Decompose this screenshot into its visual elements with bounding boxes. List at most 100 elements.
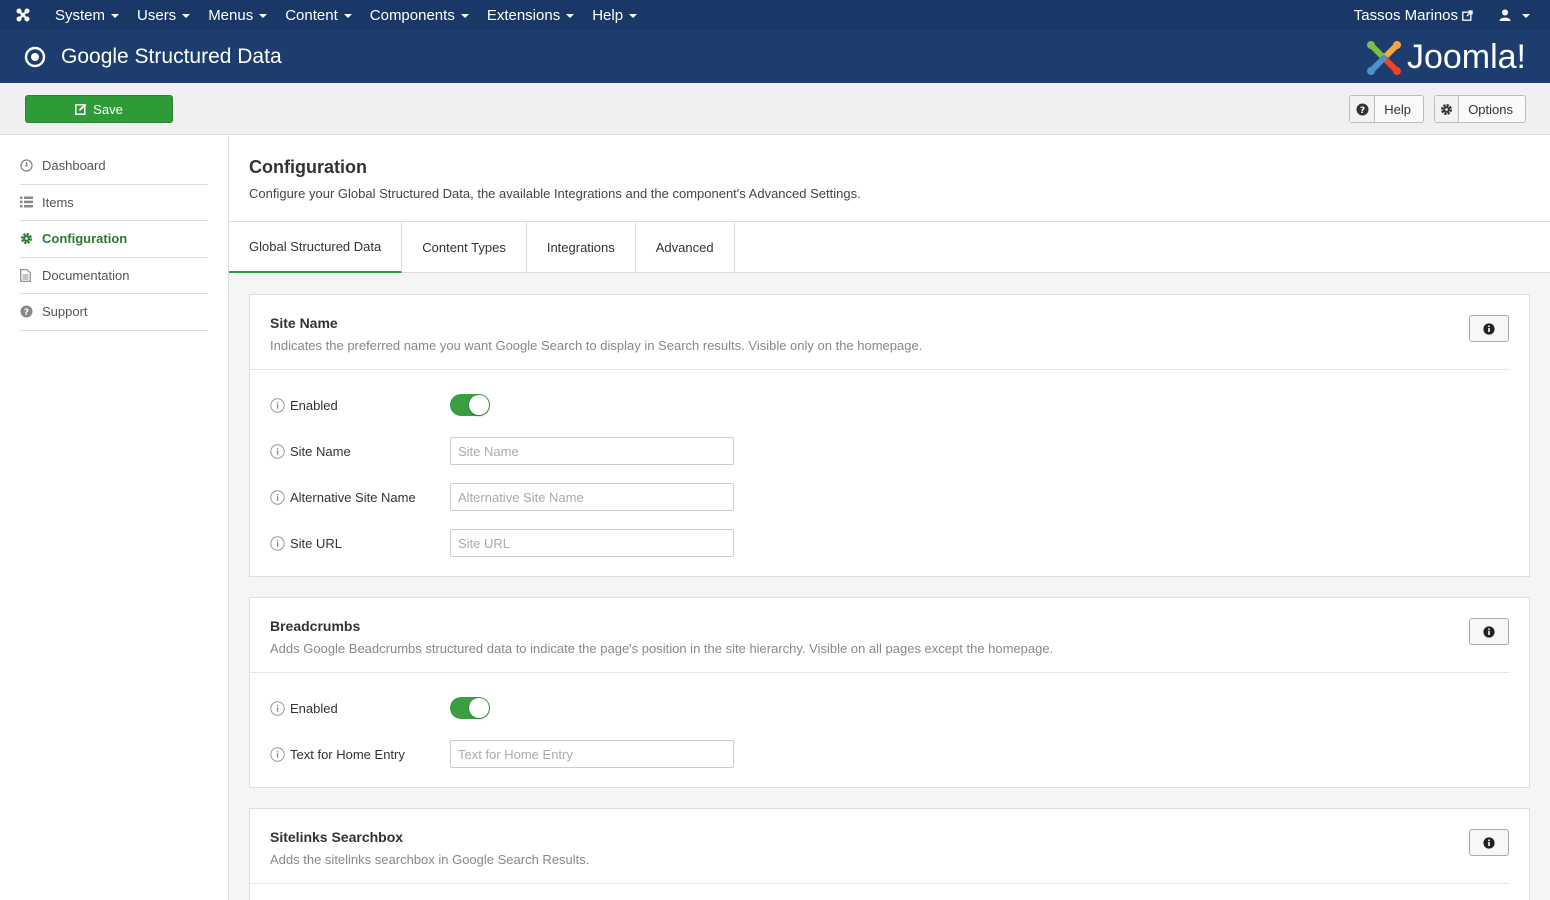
menu-system[interactable]: System: [46, 0, 128, 30]
chevron-down-icon: [460, 14, 469, 18]
tab-content: Site Name Indicates the preferred name y…: [229, 273, 1550, 900]
field-label: Text for Home Entry: [290, 746, 405, 762]
joomla-brand-logo-icon: [1366, 40, 1401, 75]
chevron-down-icon: [566, 14, 575, 18]
menu-components[interactable]: Components: [361, 0, 478, 30]
info-button[interactable]: [1469, 618, 1509, 645]
site-name-input[interactable]: [450, 437, 734, 465]
sidebar-item-dashboard[interactable]: Dashboard: [20, 148, 208, 185]
field-row-site-url: Site URL: [270, 529, 970, 557]
enabled-toggle[interactable]: [450, 394, 490, 416]
target-icon: [24, 46, 46, 68]
menu-content[interactable]: Content: [276, 0, 361, 30]
tab-advanced[interactable]: Advanced: [636, 222, 735, 273]
panel-header: Site Name Indicates the preferred name y…: [250, 295, 1509, 370]
topnav-right: Tassos Marinos: [1354, 0, 1550, 30]
main-menu: System Users Menus Content Components Ex…: [46, 0, 646, 30]
options-button[interactable]: Options: [1434, 95, 1526, 123]
info-circle-icon[interactable]: [270, 489, 285, 505]
question-circle-icon: ?: [1350, 96, 1376, 122]
gear-icon: [20, 232, 42, 245]
field-label: Site Name: [290, 443, 351, 459]
chevron-down-icon: [182, 14, 191, 18]
tab-content-types[interactable]: Content Types: [402, 222, 527, 273]
svg-text:?: ?: [1360, 106, 1365, 116]
dashboard-icon: [20, 159, 42, 172]
field-row-enabled: Enabled: [270, 694, 970, 722]
alternative-site-name-input[interactable]: [450, 483, 734, 511]
home-entry-input[interactable]: [450, 740, 734, 768]
field-label: Enabled: [290, 700, 338, 716]
panel-description: Adds Google Beadcrumbs structured data t…: [270, 641, 1054, 656]
user-icon: [1499, 9, 1511, 21]
field-label: Enabled: [290, 397, 338, 413]
help-button[interactable]: ? Help: [1349, 95, 1424, 123]
chevron-down-icon: [259, 14, 268, 18]
toolbar: Save ? Help Options: [0, 83, 1550, 135]
site-url-input[interactable]: [450, 529, 734, 557]
panel-breadcrumbs: Breadcrumbs Adds Google Beadcrumbs struc…: [249, 597, 1530, 788]
info-button[interactable]: [1469, 829, 1509, 856]
panel-sitelinks-searchbox: Sitelinks Searchbox Adds the sitelinks s…: [249, 808, 1530, 900]
tab-global-structured-data[interactable]: Global Structured Data: [229, 222, 403, 273]
main-header: Configuration Configure your Global Stru…: [229, 136, 1550, 222]
top-navbar: System Users Menus Content Components Ex…: [0, 0, 1550, 30]
field-row-text-for-home-entry: Text for Home Entry: [270, 740, 970, 768]
info-icon: [1483, 322, 1495, 335]
sidebar-menu: Dashboard Items Configuration Documentat…: [20, 148, 208, 331]
info-icon: [1483, 836, 1495, 849]
sidebar-item-support[interactable]: ? Support: [20, 294, 208, 331]
panel-description: Adds the sitelinks searchbox in Google S…: [270, 852, 590, 867]
sidebar-item-documentation[interactable]: Documentation: [20, 258, 208, 294]
field-row-site-name: Site Name: [270, 437, 970, 465]
field-label: Site URL: [290, 535, 343, 551]
info-circle-icon[interactable]: [270, 535, 285, 551]
section-description: Configure your Global Structured Data, t…: [249, 186, 861, 201]
chevron-down-icon: [1522, 14, 1530, 18]
user-menu[interactable]: [1499, 9, 1550, 21]
sidebar: Dashboard Items Configuration Documentat…: [0, 136, 229, 900]
page-title: Google Structured Data: [61, 44, 282, 68]
document-icon: [20, 268, 42, 282]
field-row-alternative-site-name: Alternative Site Name: [270, 483, 970, 511]
menu-help[interactable]: Help: [583, 0, 646, 30]
info-circle-icon[interactable]: [270, 746, 285, 762]
joomla-logo-icon[interactable]: [0, 0, 46, 30]
panel-title: Site Name: [270, 315, 338, 331]
svg-text:?: ?: [24, 308, 29, 318]
list-icon: [20, 196, 42, 208]
panel-site-name: Site Name Indicates the preferred name y…: [249, 294, 1530, 577]
menu-menus[interactable]: Menus: [199, 0, 276, 30]
chevron-down-icon: [111, 14, 120, 18]
sidebar-item-configuration[interactable]: Configuration: [20, 221, 208, 258]
tab-integrations[interactable]: Integrations: [527, 222, 636, 273]
info-button[interactable]: [1469, 315, 1509, 342]
chevron-down-icon: [343, 14, 352, 18]
sidebar-item-items[interactable]: Items: [20, 185, 208, 221]
info-circle-icon[interactable]: [270, 443, 285, 459]
main-content: Configuration Configure your Global Stru…: [229, 136, 1550, 900]
config-tabs: Global Structured Data Content Types Int…: [229, 222, 1550, 273]
field-label: Alternative Site Name: [290, 489, 416, 505]
panel-header: Sitelinks Searchbox Adds the sitelinks s…: [250, 809, 1509, 884]
menu-users[interactable]: Users: [128, 0, 199, 30]
panel-title: Breadcrumbs: [270, 618, 361, 634]
joomla-brand-text: Joomla!: [1406, 38, 1526, 76]
info-circle-icon[interactable]: [270, 700, 285, 716]
menu-extensions[interactable]: Extensions: [478, 0, 583, 30]
section-title: Configuration: [249, 157, 367, 177]
site-link[interactable]: Tassos Marinos: [1354, 7, 1499, 24]
panel-header: Breadcrumbs Adds Google Beadcrumbs struc…: [250, 598, 1509, 673]
chevron-down-icon: [629, 14, 638, 18]
info-circle-icon[interactable]: [270, 397, 285, 413]
save-button[interactable]: Save: [25, 95, 173, 123]
joomla-brand: Joomla!: [1365, 38, 1526, 77]
edit-icon: [75, 103, 87, 115]
field-row-enabled: Enabled: [270, 391, 970, 419]
page-header: Google Structured Data Joomla!: [0, 30, 1550, 83]
enabled-toggle[interactable]: [450, 697, 490, 719]
gear-icon: [1435, 96, 1460, 122]
panel-title: Sitelinks Searchbox: [270, 829, 404, 845]
external-link-icon: [1462, 9, 1473, 21]
info-icon: [1483, 625, 1495, 638]
